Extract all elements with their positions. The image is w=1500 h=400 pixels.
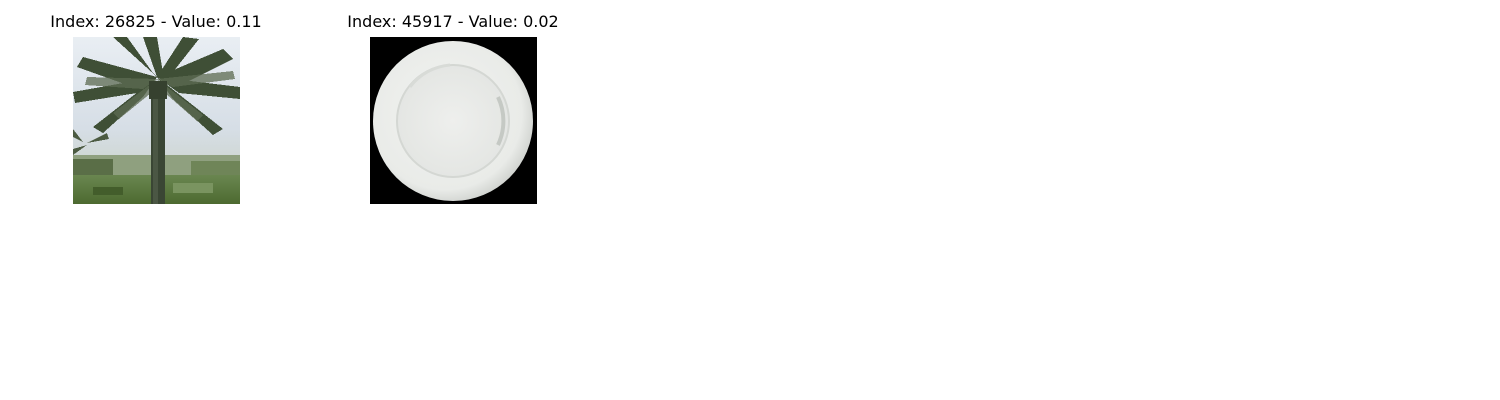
image-panel-2: Index: 45917 - Value: 0.02: [303, 0, 603, 210]
panel-title: Index: 26825 - Value: 0.11: [50, 12, 262, 31]
palm-tree-image: [73, 37, 240, 204]
panel-title: Index: 45917 - Value: 0.02: [347, 12, 559, 31]
image-panel-1: Index: 26825 - Value: 0.11: [6, 0, 306, 210]
white-plate-image: [370, 37, 537, 204]
